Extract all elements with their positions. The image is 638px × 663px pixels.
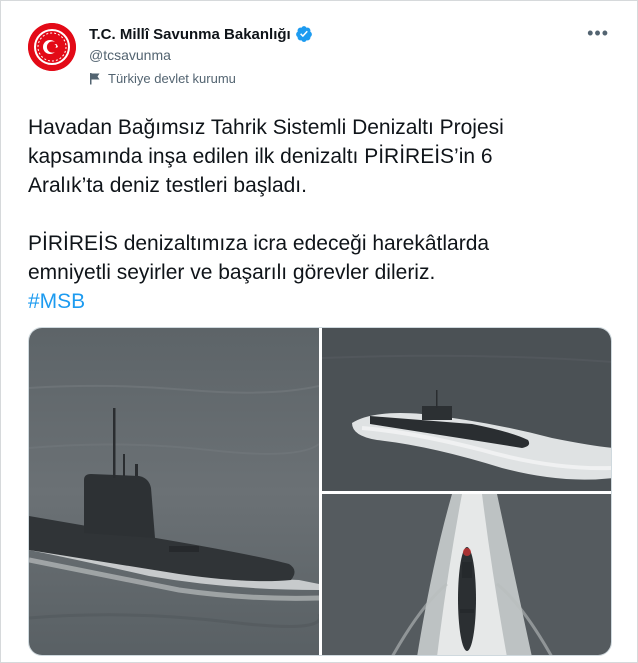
tweet-text-line: Havadan Bağımsız Tahrik Sistemli Denizal… (28, 116, 504, 139)
tweet-text-line: Aralık’ta deniz testleri başladı. (28, 174, 307, 197)
msb-emblem-icon (28, 23, 76, 71)
submarine-photo-aerial[interactable] (322, 494, 611, 655)
tweet-text-line: emniyetli seyirler ve başarılı görevler … (28, 261, 436, 284)
tweet-text-line: PİRİREİS denizaltımıza icra edeceği hare… (28, 232, 490, 255)
media-grid (28, 327, 612, 656)
hashtag-link[interactable]: #MSB (28, 290, 85, 313)
tweet-text-line: kapsamında inşa edilen ilk denizaltı PİR… (28, 145, 493, 168)
avatar[interactable] (28, 23, 76, 71)
government-label: Türkiye devlet kurumu (89, 71, 236, 86)
author-handle[interactable]: @tcsavunma (89, 47, 171, 63)
verified-badge-icon (295, 26, 312, 42)
more-options-button[interactable]: ••• (587, 23, 609, 44)
submarine-photo-wake[interactable] (322, 328, 611, 491)
submarine-photo-side[interactable] (29, 328, 319, 655)
flag-icon (90, 73, 100, 85)
more-horizontal-icon: ••• (587, 23, 609, 43)
tweet-card: T.C. Millî Savunma Bakanlığı @tcsavunma … (0, 0, 638, 663)
tweet-text: Havadan Bağımsız Tahrik Sistemli Denizal… (28, 113, 618, 316)
author-name[interactable]: T.C. Millî Savunma Bakanlığı (89, 26, 291, 43)
government-label-text: Türkiye devlet kurumu (108, 71, 236, 86)
